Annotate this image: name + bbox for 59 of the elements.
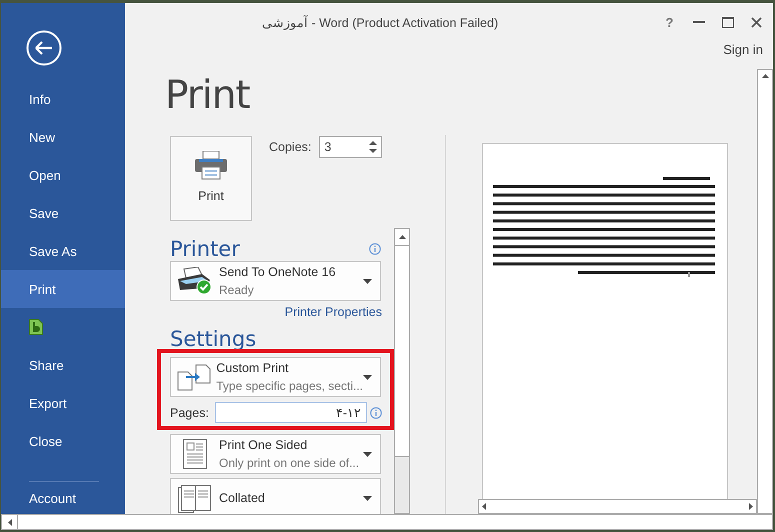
up-arrow-icon[interactable]: [369, 141, 378, 145]
dropdown-description: Type specific pages, secti...: [216, 379, 363, 393]
page-heading: Print: [165, 76, 251, 116]
right-arrow-icon[interactable]: [749, 503, 753, 510]
scrollbar[interactable]: [478, 499, 757, 514]
sidebar-item[interactable]: Save: [29, 206, 59, 220]
sidebar-item[interactable]: Open: [29, 168, 61, 182]
pages-field[interactable]: ۴-۱۲: [215, 402, 367, 423]
sidebar-item[interactable]: Account: [29, 490, 76, 506]
maximize-icon: [722, 16, 734, 28]
back-button[interactable]: [26, 30, 62, 66]
caret-icon: [363, 496, 372, 500]
up-arrow-icon[interactable]: [398, 235, 406, 239]
info-icon[interactable]: [369, 243, 381, 255]
printer-properties-link[interactable]: Printer Properties: [284, 305, 382, 319]
sidebar-item[interactable]: Print: [29, 282, 56, 296]
sidebar-item[interactable]: Info: [29, 92, 51, 106]
left-arrow-icon[interactable]: [8, 518, 12, 526]
scrollbar[interactable]: [1, 514, 773, 530]
printer-icon: [195, 151, 227, 180]
help-button[interactable]: ?: [655, 10, 684, 34]
sidebar-item[interactable]: Share: [29, 358, 64, 372]
pages-arrow-icon: [176, 363, 211, 391]
dropdown-title: Print One Sided: [219, 438, 308, 452]
print-button[interactable]: Print: [170, 136, 252, 221]
single-page-icon: [183, 439, 207, 469]
left-arrow-icon[interactable]: [482, 503, 486, 510]
printer-name: Send To OneNote 16: [219, 265, 336, 279]
pages-label: Pages:: [170, 406, 210, 420]
dropdown-title: Custom Print: [216, 361, 290, 375]
printer-status: Ready: [219, 283, 255, 297]
scrollbar[interactable]: [394, 228, 410, 514]
window-title: آموزشی - Word (Product Activation Failed): [262, 14, 498, 30]
dropdown-description: Only print on one side of...: [219, 456, 360, 470]
sidebar-item[interactable]: Save As: [29, 244, 77, 258]
printer-dropdown[interactable]: Send To OneNote 16 Ready: [170, 261, 381, 301]
sidebar-item[interactable]: Export: [29, 396, 67, 410]
minimize-icon: [692, 21, 704, 23]
close-icon: [751, 16, 762, 28]
copies-label: Copies:: [269, 140, 312, 154]
scrollbar[interactable]: [757, 69, 773, 514]
down-arrow-icon[interactable]: [369, 149, 378, 153]
section-heading: Settings: [170, 327, 256, 351]
settings-dropdown[interactable]: Collated: [170, 478, 381, 514]
caret-icon: [363, 374, 372, 380]
stacked-pages-icon: [178, 483, 212, 513]
dropdown-title: Collated: [219, 491, 265, 505]
sign-in-link[interactable]: Sign in: [723, 42, 763, 57]
section-heading: Printer: [170, 237, 240, 261]
info-icon[interactable]: [370, 406, 382, 418]
sidebar-item[interactable]: Close: [29, 434, 62, 448]
up-arrow-icon[interactable]: [762, 74, 768, 78]
settings-dropdown[interactable]: Print One Sided Only print on one side of...: [170, 434, 381, 474]
caret-icon: [363, 278, 372, 284]
document-icon[interactable]: [29, 319, 43, 335]
settings-dropdown[interactable]: Custom Print Type specific pages, secti...: [170, 357, 381, 397]
caret-icon: [363, 452, 372, 456]
sidebar-item[interactable]: New: [29, 130, 56, 144]
copies-spinner[interactable]: 3: [319, 136, 382, 158]
